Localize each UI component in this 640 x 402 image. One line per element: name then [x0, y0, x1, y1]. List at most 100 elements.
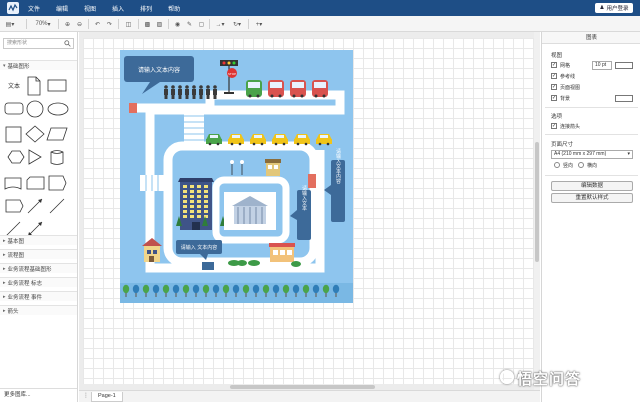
section-flowchart[interactable]: ▸ 流程图: [0, 249, 77, 259]
shape-ellipse[interactable]: [47, 102, 69, 116]
city-map-diagram[interactable]: 请输入文本内容 STOP 请输入文本 请输入文本内容 请输入 文本内容: [120, 50, 353, 303]
background-color-swatch[interactable]: [615, 95, 633, 102]
menu-arrange[interactable]: 排列: [140, 4, 152, 13]
zoom-out-icon[interactable]: ⊖: [75, 19, 84, 29]
watermark-logo-icon: [500, 370, 514, 384]
more-libraries-link[interactable]: 更多图库...: [0, 388, 77, 402]
menu-edit[interactable]: 编辑: [56, 4, 68, 13]
menu-file[interactable]: 文件: [28, 4, 40, 13]
grid-size-input[interactable]: 10 pt: [592, 61, 612, 70]
connection-arrows-label: 连接箭头: [560, 124, 581, 130]
shape-rectangle[interactable]: [47, 79, 67, 92]
zoom-in-icon[interactable]: ⊕: [63, 19, 72, 29]
page-view-checkbox[interactable]: ✓: [551, 84, 557, 90]
shape-triangle[interactable]: [28, 149, 42, 165]
portrait-label: 竖向: [563, 163, 574, 169]
guides-checkbox[interactable]: ✓: [551, 73, 557, 79]
menu-help[interactable]: 帮助: [168, 4, 180, 13]
menu-view[interactable]: 视图: [84, 4, 96, 13]
redo-icon[interactable]: ↷: [105, 19, 114, 29]
format-panel-title[interactable]: 图表: [542, 32, 640, 44]
taxi-icon: [316, 134, 332, 146]
app-logo-icon[interactable]: [7, 2, 19, 14]
road-marker: [202, 262, 214, 270]
chevron-down-icon: ▾: [627, 151, 630, 157]
shape-parallelogram[interactable]: [46, 127, 68, 141]
callout-vertical-a-text: 请输入文本: [301, 185, 307, 212]
zoom-select[interactable]: 70% ▾: [32, 19, 54, 29]
line-color-icon[interactable]: ✎: [185, 19, 194, 29]
user-login-button[interactable]: ♟ 用户登录: [595, 3, 633, 13]
shape-document[interactable]: [27, 76, 41, 96]
panel-toggle-icon[interactable]: ▤▾: [4, 19, 16, 29]
section-basic-shapes[interactable]: ▾ 基础图形: [0, 60, 77, 70]
section-bpm-events[interactable]: ▸ 业务流程 事件: [0, 291, 77, 301]
reset-style-button[interactable]: 重置默认样式: [551, 193, 633, 203]
view-label: 视图: [551, 53, 563, 59]
guides-label: 参考线: [560, 74, 576, 80]
fill-color-icon[interactable]: ◉: [173, 19, 182, 29]
landscape-radio[interactable]: [578, 162, 584, 168]
background-checkbox[interactable]: ✓: [551, 95, 557, 101]
delete-icon[interactable]: ◫: [124, 19, 133, 29]
taxi-icon: [206, 134, 222, 146]
horizontal-scroll-thumb[interactable]: [230, 385, 375, 389]
shape-text[interactable]: 文本: [8, 82, 20, 90]
edit-data-button[interactable]: 编辑数据: [551, 181, 633, 191]
main-menu: 文件 编辑 视图 插入 排列 帮助: [28, 0, 196, 16]
pedestrian-icon: [185, 85, 189, 99]
shape-tape[interactable]: [4, 177, 22, 190]
app-header: 文件 编辑 视图 插入 排列 帮助 ♟ 用户登录: [0, 0, 640, 16]
menu-insert[interactable]: 插入: [112, 4, 124, 13]
paper-size-select[interactable]: A4 (210 mm x 297 mm) ▾: [551, 150, 633, 159]
section-basic-diagram[interactable]: ▸ 基本图: [0, 235, 77, 245]
undo-icon[interactable]: ↶: [93, 19, 102, 29]
shop-building: [265, 159, 281, 176]
toolbar: ▤▾ 70% ▾ ⊕ ⊖ ↶ ↷ ◫ ▩ ▨ ◉ ✎ ▢ →▾ ↻▾ +▾: [0, 16, 640, 32]
pedestrian-icon: [171, 85, 175, 99]
shape-diamond[interactable]: [25, 125, 45, 143]
shape-hexagon[interactable]: [7, 150, 25, 164]
section-arrows[interactable]: ▸ 箭头: [0, 305, 77, 315]
bring-front-icon[interactable]: ▩: [143, 19, 152, 29]
zebra-crossing-top: [184, 110, 204, 146]
send-back-icon[interactable]: ▨: [155, 19, 164, 29]
connector-style-icon[interactable]: →▾: [213, 19, 227, 29]
portrait-radio[interactable]: [554, 162, 560, 168]
taxi-icon: [272, 134, 288, 146]
vertical-scroll-thumb[interactable]: [535, 142, 539, 262]
callout-vertical-b-text: 请输入文本内容: [335, 148, 341, 185]
search-icon[interactable]: [64, 40, 71, 47]
shape-square[interactable]: [5, 126, 22, 143]
shape-circle[interactable]: [26, 100, 44, 118]
canvas-area[interactable]: 请输入文本内容 STOP 请输入文本 请输入文本内容 请输入 文本内容: [79, 32, 540, 390]
section-bpm-markers[interactable]: ▸ 业务流程 标志: [0, 277, 77, 287]
shape-line-2[interactable]: [5, 221, 21, 237]
landscape-label: 横向: [587, 163, 598, 169]
page-menu-icon[interactable]: ⋮: [83, 392, 89, 399]
vertical-scrollbar[interactable]: [534, 32, 540, 390]
shape-line[interactable]: [49, 198, 65, 214]
shape-cylinder[interactable]: [50, 150, 64, 165]
pedestrian-icon: [213, 85, 217, 99]
waypoint-style-icon[interactable]: ↻▾: [230, 19, 244, 29]
drawing-page[interactable]: 请输入文本内容 STOP 请输入文本 请输入文本内容 请输入 文本内容: [83, 38, 535, 384]
basic-shapes-grid: 文本: [4, 76, 69, 237]
grid-color-swatch[interactable]: [615, 62, 633, 69]
taxi-icon: [250, 134, 266, 146]
shape-search-input[interactable]: 搜索形状: [3, 38, 74, 49]
shape-step[interactable]: [48, 175, 67, 191]
shape-pentagon-arrow[interactable]: [5, 199, 24, 213]
road-crossing-left: [129, 103, 137, 113]
paper-size-label: 页面尺寸: [551, 142, 574, 148]
insert-plus-icon[interactable]: +▾: [252, 19, 266, 29]
shape-card[interactable]: [26, 176, 45, 190]
grid-label: 网格: [560, 63, 571, 69]
page-tab[interactable]: Page-1: [91, 392, 123, 402]
taxi-icon: [228, 134, 244, 146]
connection-arrows-checkbox[interactable]: ✓: [551, 123, 557, 129]
section-bpm-basic[interactable]: ▸ 业务流程基础图形: [0, 263, 77, 273]
shape-rounded-rect[interactable]: [4, 102, 24, 115]
grid-checkbox[interactable]: ✓: [551, 62, 557, 68]
shadow-icon[interactable]: ▢: [197, 19, 206, 29]
